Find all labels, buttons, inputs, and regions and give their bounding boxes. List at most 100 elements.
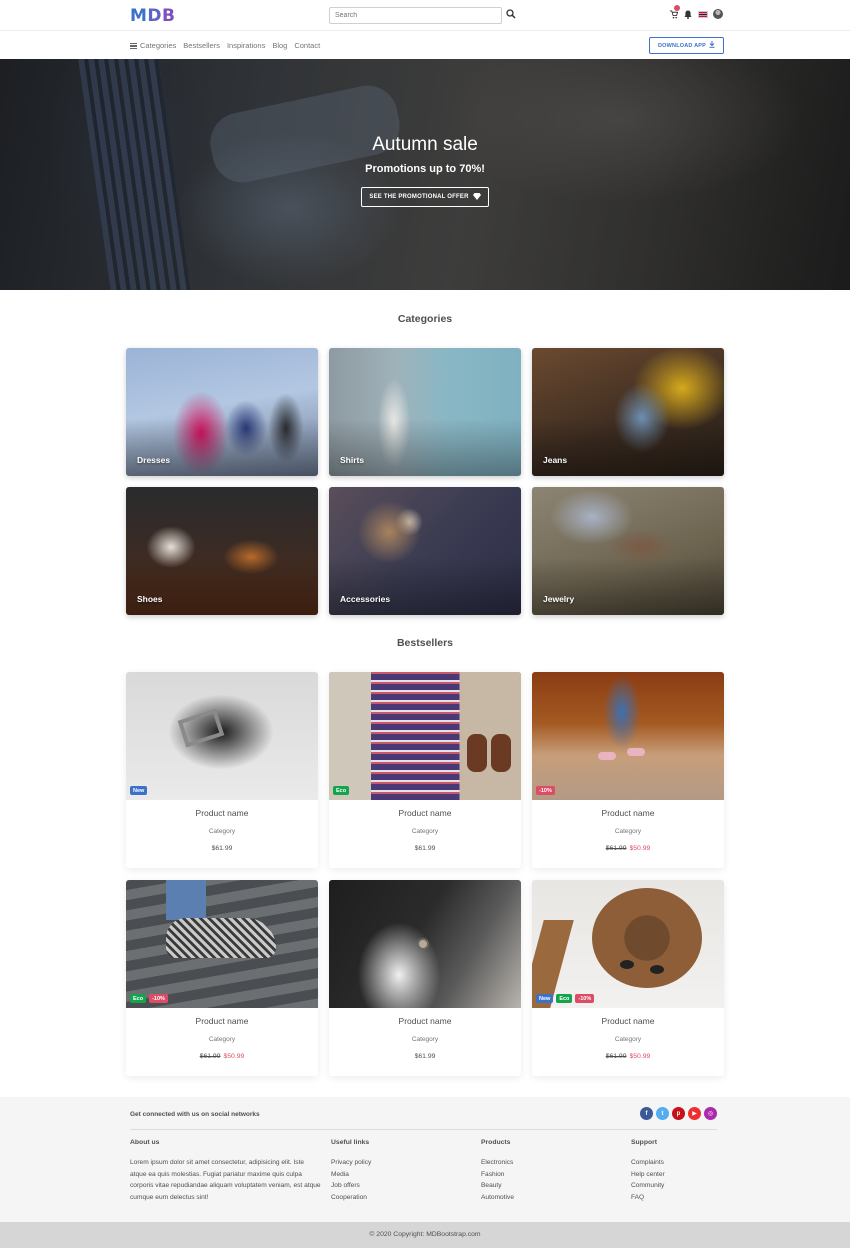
category-card-jeans[interactable]: Jeans xyxy=(532,348,724,476)
footer-link[interactable]: Automotive xyxy=(481,1192,514,1204)
copyright-link[interactable]: MDBootstrap.com xyxy=(426,1231,480,1238)
product-name[interactable]: Product name xyxy=(532,1016,724,1026)
nav-item-bestsellers[interactable]: Bestsellers xyxy=(183,41,220,50)
product-name[interactable]: Product name xyxy=(532,808,724,818)
product-card[interactable]: New Eco -10% Product name Category $61.99 $… xyxy=(532,880,724,1076)
category-label: Dresses xyxy=(137,455,171,465)
navbar: Categories Bestsellers Inspirations Blog… xyxy=(0,32,850,59)
footer-link[interactable]: Help center xyxy=(631,1169,665,1181)
search-icon[interactable] xyxy=(506,9,518,21)
footer-link[interactable]: Media xyxy=(331,1169,371,1181)
flag-icon[interactable] xyxy=(698,8,708,20)
social-text: Get connected with us on social networks xyxy=(130,1111,260,1118)
category-card-shoes[interactable]: Shoes xyxy=(126,487,318,615)
category-card-accessories[interactable]: Accessories xyxy=(329,487,521,615)
badge-eco: Eco xyxy=(333,786,350,795)
category-label: Jeans xyxy=(543,455,568,465)
youtube-icon[interactable]: ▶ xyxy=(688,1107,701,1120)
twitter-icon[interactable]: t xyxy=(656,1107,669,1120)
topbar: MDB xyxy=(0,0,850,31)
category-card-dresses[interactable]: Dresses xyxy=(126,348,318,476)
footer-about-text: Lorem ipsum dolor sit amet consectetur, … xyxy=(130,1159,321,1201)
product-price: $61.99 $50.99 xyxy=(532,1053,724,1060)
footer-link[interactable]: Beauty xyxy=(481,1180,514,1192)
category-label: Shoes xyxy=(137,594,163,604)
bestsellers-title: Bestsellers xyxy=(396,637,454,649)
product-category: Category xyxy=(614,828,642,835)
sale-price: $50.99 xyxy=(629,1053,651,1060)
bell-icon[interactable] xyxy=(683,8,693,20)
categories-title: Categories xyxy=(397,313,453,325)
product-price: $61.99 xyxy=(329,1053,521,1060)
logo-letter: M xyxy=(130,6,148,26)
footer-link[interactable]: Complaints xyxy=(631,1157,665,1169)
product-card[interactable]: New Product name Category $61.99 xyxy=(126,672,318,868)
footer-link[interactable]: Fashion xyxy=(481,1169,514,1181)
product-name[interactable]: Product name xyxy=(329,808,521,818)
category-card-shirts[interactable]: Shirts xyxy=(329,348,521,476)
cart-icon[interactable] xyxy=(668,5,680,20)
footer-link[interactable]: Community xyxy=(631,1180,665,1192)
product-image[interactable] xyxy=(329,672,521,800)
download-app-button[interactable]: DOWNLOAD APP xyxy=(649,37,724,54)
price-value: $61.99 xyxy=(414,845,436,852)
product-card[interactable]: Eco Product name Category $61.99 xyxy=(329,672,521,868)
product-price: $61.99 $50.99 xyxy=(126,1053,318,1060)
nav-item-blog[interactable]: Blog xyxy=(272,41,287,50)
hero-subtitle: Promotions up to 70%! xyxy=(365,163,485,175)
product-category: Category xyxy=(614,1036,642,1043)
category-label: Shirts xyxy=(340,455,365,465)
footer-link[interactable]: Privacy policy xyxy=(331,1157,371,1169)
logo-letter: B xyxy=(162,6,176,26)
product-category: Category xyxy=(411,828,439,835)
badge-new: New xyxy=(536,994,554,1003)
product-badges: Eco -10% xyxy=(130,994,168,1003)
footer-link[interactable]: FAQ xyxy=(631,1192,665,1204)
footer-heading: Support xyxy=(631,1139,658,1146)
download-icon xyxy=(709,41,715,50)
search-input[interactable] xyxy=(329,7,502,24)
category-label: Accessories xyxy=(340,594,391,604)
nav-links: Categories Bestsellers Inspirations Blog… xyxy=(130,41,320,50)
product-image[interactable] xyxy=(532,672,724,800)
facebook-icon[interactable]: f xyxy=(640,1107,653,1120)
badge-sale: -10% xyxy=(536,786,555,795)
footer: Get connected with us on social networks… xyxy=(0,1097,850,1222)
sale-price: $50.99 xyxy=(223,1053,245,1060)
product-card[interactable]: Eco -10% Product name Category $61.99 $50.… xyxy=(126,880,318,1076)
nav-item-categories[interactable]: Categories xyxy=(130,41,176,50)
product-card[interactable]: Product name Category $61.99 xyxy=(329,880,521,1076)
product-card[interactable]: -10% Product name Category $61.99 $50.99 xyxy=(532,672,724,868)
product-image[interactable] xyxy=(532,880,724,1008)
footer-link[interactable]: Electronics xyxy=(481,1157,514,1169)
logo-letter: D xyxy=(147,6,163,26)
promo-offer-label: SEE THE PROMOTIONAL OFFER xyxy=(369,194,469,200)
avatar[interactable] xyxy=(713,8,723,20)
price-value: $61.99 xyxy=(211,845,233,852)
footer-products: Products Electronics Fashion Beauty Auto… xyxy=(481,1139,514,1203)
hero-banner: Autumn sale Promotions up to 70%! SEE TH… xyxy=(0,59,850,290)
product-name[interactable]: Product name xyxy=(126,1016,318,1026)
nav-item-inspirations[interactable]: Inspirations xyxy=(227,41,265,50)
copyright-bar: © 2020 Copyright: MDBootstrap.com xyxy=(0,1222,850,1248)
footer-link[interactable]: Cooperation xyxy=(331,1192,371,1204)
nav-item-contact[interactable]: Contact xyxy=(294,41,320,50)
pinterest-icon[interactable]: p xyxy=(672,1107,685,1120)
product-category: Category xyxy=(208,828,236,835)
footer-link[interactable]: Job offers xyxy=(331,1180,371,1192)
promo-offer-button[interactable]: SEE THE PROMOTIONAL OFFER xyxy=(361,187,489,207)
category-label: Jewelry xyxy=(543,594,575,604)
product-name[interactable]: Product name xyxy=(126,808,318,818)
footer-useful-links: Useful links Privacy policy Media Job of… xyxy=(331,1139,371,1203)
badge-sale: -10% xyxy=(575,994,595,1003)
product-price: $61.99 xyxy=(329,845,521,852)
hamburger-icon xyxy=(130,42,137,50)
product-name[interactable]: Product name xyxy=(329,1016,521,1026)
category-card-jewelry[interactable]: Jewelry xyxy=(532,487,724,615)
logo[interactable]: MDB xyxy=(130,6,176,26)
price-value: $61.99 xyxy=(414,1053,436,1060)
product-image[interactable] xyxy=(329,880,521,1008)
product-image[interactable] xyxy=(126,672,318,800)
product-image[interactable] xyxy=(126,880,318,1008)
instagram-icon[interactable]: ◎ xyxy=(704,1107,717,1120)
